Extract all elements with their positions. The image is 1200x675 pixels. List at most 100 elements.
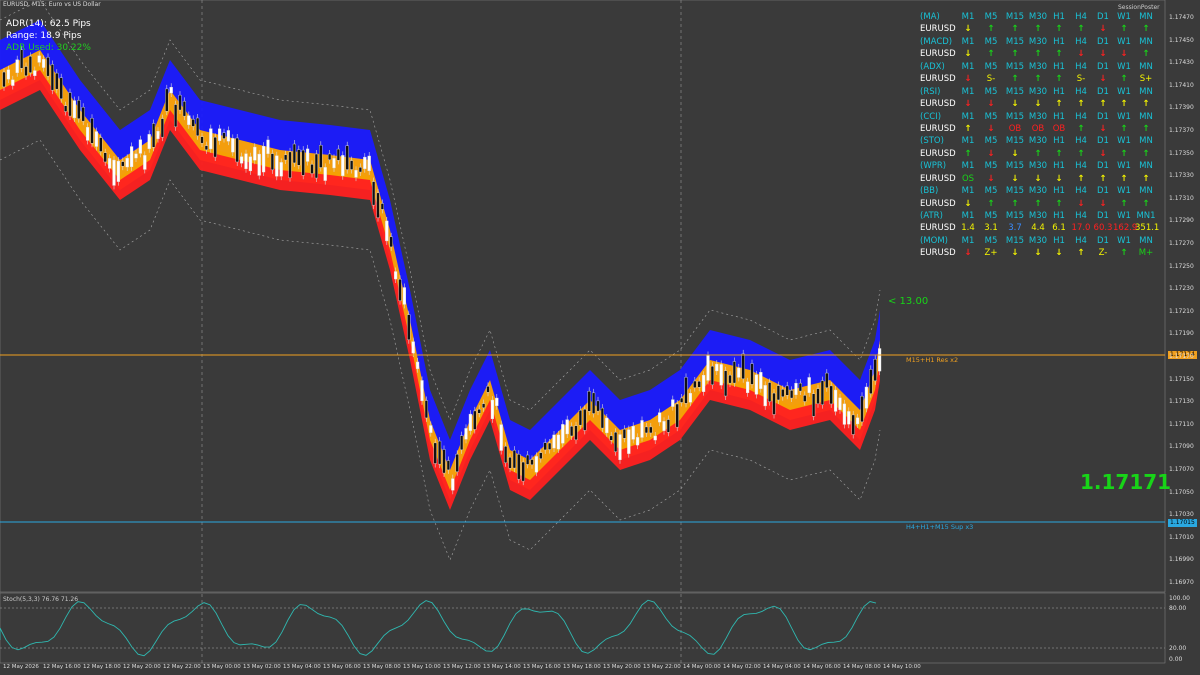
signal-cell: ↓ xyxy=(1055,173,1063,184)
candle-body xyxy=(402,287,406,305)
candle-body xyxy=(354,170,358,178)
signal-cell: ↑ xyxy=(1011,74,1019,85)
stoch-tick: 20.00 xyxy=(1169,645,1187,652)
timeframe-header: M30 xyxy=(1028,61,1048,72)
candle-body xyxy=(666,419,670,433)
signal-cell: 3.1 xyxy=(984,223,998,234)
signal-cell: ↓ xyxy=(1120,49,1128,60)
candle-body xyxy=(847,411,851,425)
stoch-tick: 100.00 xyxy=(1169,595,1190,602)
signal-cell: ↑ xyxy=(1099,173,1107,184)
candle-body xyxy=(609,435,613,441)
candle-body xyxy=(869,369,873,394)
stoch-pane xyxy=(0,592,1166,664)
time-tick: 13 May 02:00 xyxy=(243,664,281,670)
timeframe-header: M15 xyxy=(1005,36,1025,47)
candle-body xyxy=(864,386,868,409)
target-label: < 13.00 xyxy=(888,296,929,307)
candle-body xyxy=(600,407,604,429)
signal-cell: ↑ xyxy=(987,24,995,35)
price-tick: 1.17190 xyxy=(1169,330,1194,338)
candle-body xyxy=(94,131,98,147)
candle-body xyxy=(345,145,349,170)
signal-cell: OB xyxy=(1008,123,1022,134)
candle-body xyxy=(24,66,28,76)
dashboard-row-label: EURUSD xyxy=(920,74,956,85)
candle-body xyxy=(332,158,336,169)
price-tick: 1.17010 xyxy=(1169,533,1194,541)
candle-body xyxy=(781,389,785,397)
timeframe-header: H4 xyxy=(1075,12,1087,22)
price-tick: 1.17030 xyxy=(1169,511,1194,519)
candle-body xyxy=(248,156,252,172)
signal-cell: ↓ xyxy=(1099,123,1107,134)
candle-body xyxy=(279,162,283,177)
candle-body xyxy=(455,454,459,472)
timeframe-header: D1 xyxy=(1097,186,1109,197)
time-tick: 12 May 18:00 xyxy=(83,664,121,670)
candle-body xyxy=(860,395,864,423)
candle-body xyxy=(495,397,499,406)
timeframe-header: D1 xyxy=(1097,211,1109,221)
timeframe-header: D1 xyxy=(1097,61,1109,72)
candle-body xyxy=(636,437,640,446)
candle-body xyxy=(46,57,50,77)
candle-body xyxy=(187,115,191,125)
time-tick: 12 May 20:00 xyxy=(123,664,161,670)
signal-cell: ↑ xyxy=(1077,148,1085,159)
dashboard-row-label: (RSI) xyxy=(920,86,941,97)
candle-body xyxy=(460,435,464,451)
candle-body xyxy=(693,380,697,388)
candle-body xyxy=(6,69,10,80)
price-tick: 1.17250 xyxy=(1169,262,1194,270)
candle-body xyxy=(341,155,345,176)
timeframe-header: W1 xyxy=(1117,86,1131,97)
signal-cell: 3.7 xyxy=(1008,223,1022,234)
candle-body xyxy=(785,385,789,396)
signal-cell: OB xyxy=(1052,123,1066,134)
signal-cell: ↑ xyxy=(1055,24,1063,35)
candle-body xyxy=(385,220,389,242)
time-tick: 14 May 10:00 xyxy=(883,664,921,670)
price-tick: 1.17230 xyxy=(1169,285,1194,293)
candle-body xyxy=(653,435,657,441)
candle-body xyxy=(556,434,560,450)
timeframe-header: M15 xyxy=(1005,12,1025,22)
signal-cell: ↑ xyxy=(987,198,995,209)
timeframe-header: MN xyxy=(1139,61,1153,72)
signal-cell: ↓ xyxy=(987,173,995,184)
dashboard-row-label: (STO) xyxy=(920,136,944,147)
candle-body xyxy=(710,365,714,386)
candle-body xyxy=(658,412,662,423)
timeframe-header: D1 xyxy=(1097,161,1109,172)
signal-cell: 17.0 xyxy=(1071,223,1091,234)
candle-body xyxy=(314,153,318,179)
candle-body xyxy=(490,399,494,420)
candle-body xyxy=(28,56,32,73)
candle-body xyxy=(873,359,877,382)
signal-cell: ↑ xyxy=(1034,24,1042,35)
time-tick: 13 May 12:00 xyxy=(443,664,481,670)
dashboard-row-label: EURUSD xyxy=(920,24,956,35)
candle-body xyxy=(468,413,472,431)
signal-cell: ↑ xyxy=(1077,24,1085,35)
signal-cell: ↑ xyxy=(1011,24,1019,35)
timeframe-header: M30 xyxy=(1028,161,1048,172)
time-tick: 13 May 08:00 xyxy=(363,664,401,670)
candle-body xyxy=(706,355,710,381)
time-tick: 13 May 18:00 xyxy=(563,664,601,670)
price-tick: 1.16970 xyxy=(1169,579,1194,586)
candle-body xyxy=(310,164,314,174)
candle-body xyxy=(292,143,296,164)
timeframe-header: M30 xyxy=(1028,235,1048,246)
timeframe-header: M1 xyxy=(961,161,975,172)
signal-cell: ↓ xyxy=(987,123,995,134)
candle-body xyxy=(512,449,516,469)
timeframe-header: W1 xyxy=(1117,136,1131,147)
time-tick: 14 May 08:00 xyxy=(843,664,881,670)
time-tick: 12 May 2026 xyxy=(3,664,39,670)
candle-body xyxy=(103,152,107,163)
price-tick: 1.17050 xyxy=(1169,488,1194,496)
candle-body xyxy=(750,363,754,385)
candle-body xyxy=(138,139,142,154)
